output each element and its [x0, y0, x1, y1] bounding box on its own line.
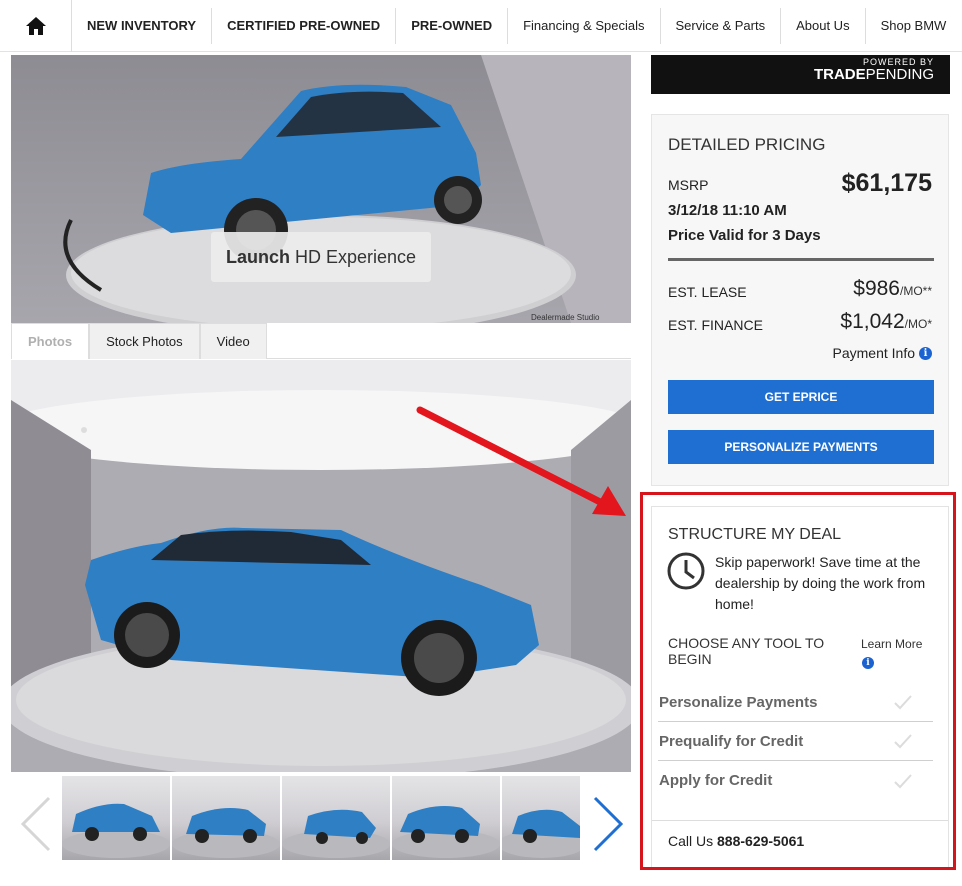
- photo-tabs: Photos Stock Photos Video: [11, 323, 631, 359]
- get-eprice-button[interactable]: GET EPRICE: [668, 380, 934, 414]
- hero-photo[interactable]: Dealermade Studio: [11, 55, 631, 323]
- nav-about-us[interactable]: About Us: [781, 7, 866, 44]
- tool-label: Prequalify for Credit: [659, 732, 804, 750]
- finance-suffix: /MO*: [904, 317, 932, 331]
- checkmark-icon: [894, 695, 912, 710]
- home-button[interactable]: [0, 0, 72, 52]
- launch-bold: Launch: [225, 246, 290, 267]
- lease-amount: $986: [853, 277, 900, 300]
- tool-prequalify-credit[interactable]: Prequalify for Credit: [658, 722, 933, 761]
- nav-shop-bmw[interactable]: Shop BMW: [866, 8, 962, 44]
- nav-new-inventory[interactable]: NEW INVENTORY: [72, 7, 213, 44]
- learn-more-label: Learn More: [861, 637, 923, 651]
- price-valid: Price Valid for 3 Days: [668, 227, 821, 244]
- deal-description: Skip paperwork! Save time at the dealers…: [715, 554, 926, 612]
- msrp-label: MSRP: [668, 177, 709, 193]
- launch-rest: HD Experience: [294, 246, 417, 267]
- divider: [668, 258, 934, 261]
- tool-apply-credit[interactable]: Apply for Credit: [658, 761, 933, 800]
- lease-label: EST. LEASE: [668, 284, 747, 300]
- logo-rest: PENDING: [865, 66, 934, 83]
- info-icon: i: [862, 657, 874, 669]
- launch-hd-button[interactable]: Launch HD Experience: [211, 232, 431, 282]
- finance-label: EST. FINANCE: [668, 317, 763, 333]
- lease-value: $986/MO**: [853, 277, 932, 301]
- lease-suffix: /MO**: [899, 284, 932, 298]
- trade-pending-logo: TRADEPENDING: [651, 67, 934, 83]
- tab-video[interactable]: Video: [199, 323, 267, 359]
- home-icon: [25, 16, 46, 35]
- tab-stock-photos[interactable]: Stock Photos: [89, 323, 200, 359]
- divider: [652, 820, 948, 821]
- tab-photos[interactable]: Photos: [11, 323, 90, 359]
- checkmark-icon: [894, 734, 912, 749]
- nav-certified-pre-owned[interactable]: CERTIFIED PRE-OWNED: [212, 7, 397, 44]
- chevron-left-icon[interactable]: [15, 796, 55, 852]
- nav-service-parts[interactable]: Service & Parts: [661, 7, 782, 44]
- phone-number: 888-629-5061: [717, 833, 805, 849]
- choose-tool-label: CHOOSE ANY TOOL TO BEGIN: [668, 635, 825, 667]
- thumbnail[interactable]: [502, 776, 580, 860]
- pricing-panel: DETAILED PRICING MSRP $61,175 3/12/18 11…: [651, 114, 949, 486]
- checkmark-icon: [894, 773, 912, 788]
- msrp-value: $61,175: [841, 169, 932, 197]
- thumbnail[interactable]: [392, 776, 500, 860]
- hero-car-image: Dealermade Studio: [11, 55, 631, 323]
- tool-label: Apply for Credit: [659, 772, 773, 789]
- structure-deal-panel: STRUCTURE MY DEAL Skip paperwork! Save t…: [651, 506, 949, 868]
- learn-more-link[interactable]: Learn More i: [861, 637, 923, 669]
- nav-financing-specials[interactable]: Financing & Specials: [508, 7, 661, 44]
- call-us[interactable]: Call Us 888-629-5061: [668, 833, 804, 849]
- logo-bold: TRADE: [813, 66, 866, 83]
- thumbnail[interactable]: [282, 776, 390, 860]
- top-nav: NEW INVENTORY CERTIFIED PRE-OWNED PRE-OW…: [0, 0, 962, 52]
- price-date: 3/12/18 11:10 AM: [668, 202, 787, 219]
- watermark: Dealermade Studio: [531, 313, 600, 322]
- clock-icon: [667, 552, 705, 590]
- finance-value: $1,042/MO*: [840, 310, 932, 334]
- finance-amount: $1,042: [840, 310, 905, 333]
- call-label: Call Us: [668, 833, 714, 849]
- personalize-payments-button[interactable]: PERSONALIZE PAYMENTS: [668, 430, 934, 464]
- deal-title: STRUCTURE MY DEAL: [668, 526, 842, 543]
- pricing-title: DETAILED PRICING: [668, 135, 826, 154]
- payment-info-label: Payment Info: [832, 345, 916, 361]
- thumbnail[interactable]: [62, 776, 170, 860]
- main-car-image: [11, 360, 631, 772]
- tool-personalize-payments[interactable]: Personalize Payments: [658, 683, 933, 722]
- payment-info-link[interactable]: Payment Info i: [832, 345, 932, 361]
- thumbnail-strip: [11, 776, 631, 860]
- tool-label: Personalize Payments: [659, 693, 818, 711]
- thumbnail[interactable]: [172, 776, 280, 860]
- info-icon: i: [919, 346, 932, 360]
- trade-pending-banner[interactable]: POWERED BY TRADEPENDING: [651, 55, 950, 94]
- main-photo[interactable]: [11, 360, 631, 772]
- chevron-right-icon[interactable]: [589, 796, 629, 852]
- nav-pre-owned[interactable]: PRE-OWNED: [396, 7, 509, 44]
